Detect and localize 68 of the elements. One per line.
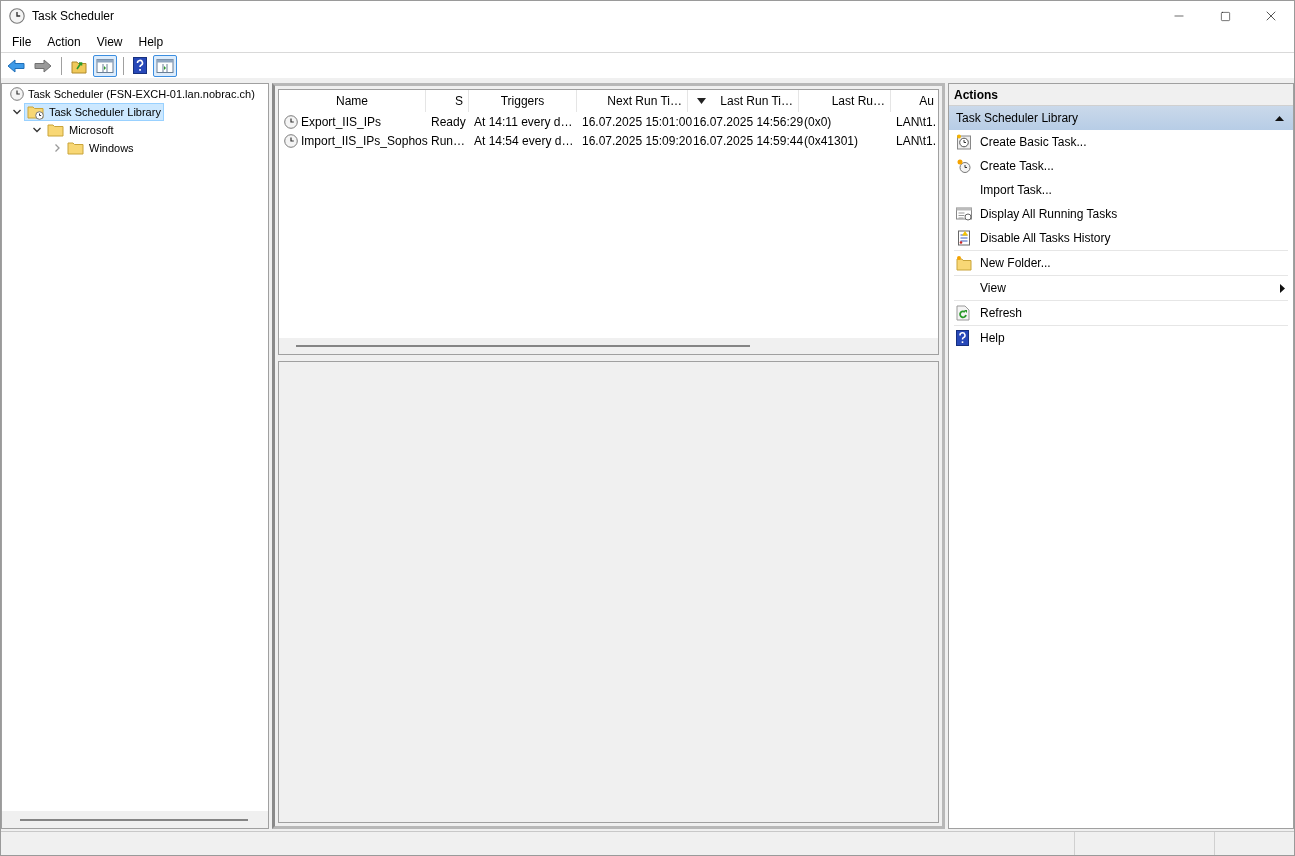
folder-clock-icon [27,104,45,120]
menu-item[interactable]: Help [130,31,172,52]
table-cell-text: Run… [431,132,465,150]
log-icon [956,230,972,246]
command-entry[interactable]: View [954,276,1288,300]
window-title: Task Scheduler [32,8,115,25]
column-header[interactable]: Last Run Ti… [688,90,799,112]
column-header[interactable]: Last Ru… [799,90,891,112]
column-header[interactable]: Au [891,90,938,112]
table-cell-text: Export_IIS_IPs [301,113,382,131]
clock-icon [10,87,24,101]
help-icon [133,57,147,74]
command-entry[interactable]: Display All Running Tasks [954,202,1288,226]
task-clock-icon [284,114,298,129]
table-cell-text: At 14:54 every d… [474,132,574,150]
horizontal-scrollbar-thumb[interactable] [20,818,248,821]
sort-arrow-icon [697,98,706,104]
table-cell-text: 16.07.2025 14:59:44 [693,132,804,150]
menu-item[interactable]: View [88,31,131,52]
maximize-icon [1219,10,1231,22]
tree-item[interactable]: Task Scheduler Library [24,103,164,121]
menu-item[interactable]: File [4,31,40,52]
section-header[interactable]: Task Scheduler Library [949,106,1293,130]
table-cell-text: LAN\t1. [896,113,937,131]
command-entry[interactable]: Import Task... [954,178,1288,202]
table-cell-text: Import_IIS_IPs_Sophos [301,132,428,150]
back-arrow-icon [7,58,25,73]
menu-item[interactable]: Action [39,31,89,52]
table-cell-text: (0x0) [804,113,832,131]
clock-page-icon [956,134,972,150]
command-entry[interactable]: Create Basic Task... [954,130,1288,154]
table-cell-text: 16.07.2025 14:56:29 [693,113,804,131]
column-header[interactable]: Triggers [469,90,577,112]
expanded-chevron-icon[interactable] [13,108,21,116]
help-icon [956,330,969,346]
task-clock-icon [284,133,298,148]
table-cell-text: At 14:11 every d… [474,113,573,131]
column-header[interactable]: Next Run Ti… [577,90,688,112]
tree-item[interactable]: Microsoft [44,121,117,139]
tree-item[interactable]: Task Scheduler (FSN-EXCH-01.lan.nobrac.ch) [7,85,258,103]
table-cell-text: Ready [431,113,466,131]
command-entry[interactable]: Create Task... [954,154,1288,178]
forward-arrow-icon [34,58,52,73]
console-tree-icon [96,57,114,74]
table-cell-text: 16.07.2025 15:09:20 [582,132,693,150]
collapsed-chevron-icon[interactable] [53,144,61,152]
refresh-icon [956,305,970,321]
submenu-arrow-icon [1280,283,1285,293]
actions-header: Actions [949,84,1293,106]
column-header[interactable]: Name [279,90,426,112]
action-pane-icon [156,57,174,74]
table-cell-text: 16.07.2025 15:01:00 [582,113,693,131]
table-cell-text: (0x41301) [804,132,859,150]
command-entry[interactable]: Disable All Tasks History [954,226,1288,250]
collapse-arrow-icon [1275,115,1284,121]
app-clock-icon [9,8,25,24]
command-entry[interactable]: Help [954,326,1288,350]
clock-icon [956,158,972,174]
command-entry[interactable]: Refresh [954,301,1288,325]
task-list-icon [956,206,972,222]
table-cell-text: LAN\t1. [896,132,937,150]
new-folder-icon [956,255,972,271]
folder-icon [67,140,85,156]
tree-item[interactable]: Windows [64,139,137,157]
column-header[interactable]: S [426,90,469,112]
expanded-chevron-icon[interactable] [33,126,41,134]
horizontal-scrollbar-thumb[interactable] [296,345,750,347]
command-entry[interactable]: New Folder... [954,251,1288,275]
